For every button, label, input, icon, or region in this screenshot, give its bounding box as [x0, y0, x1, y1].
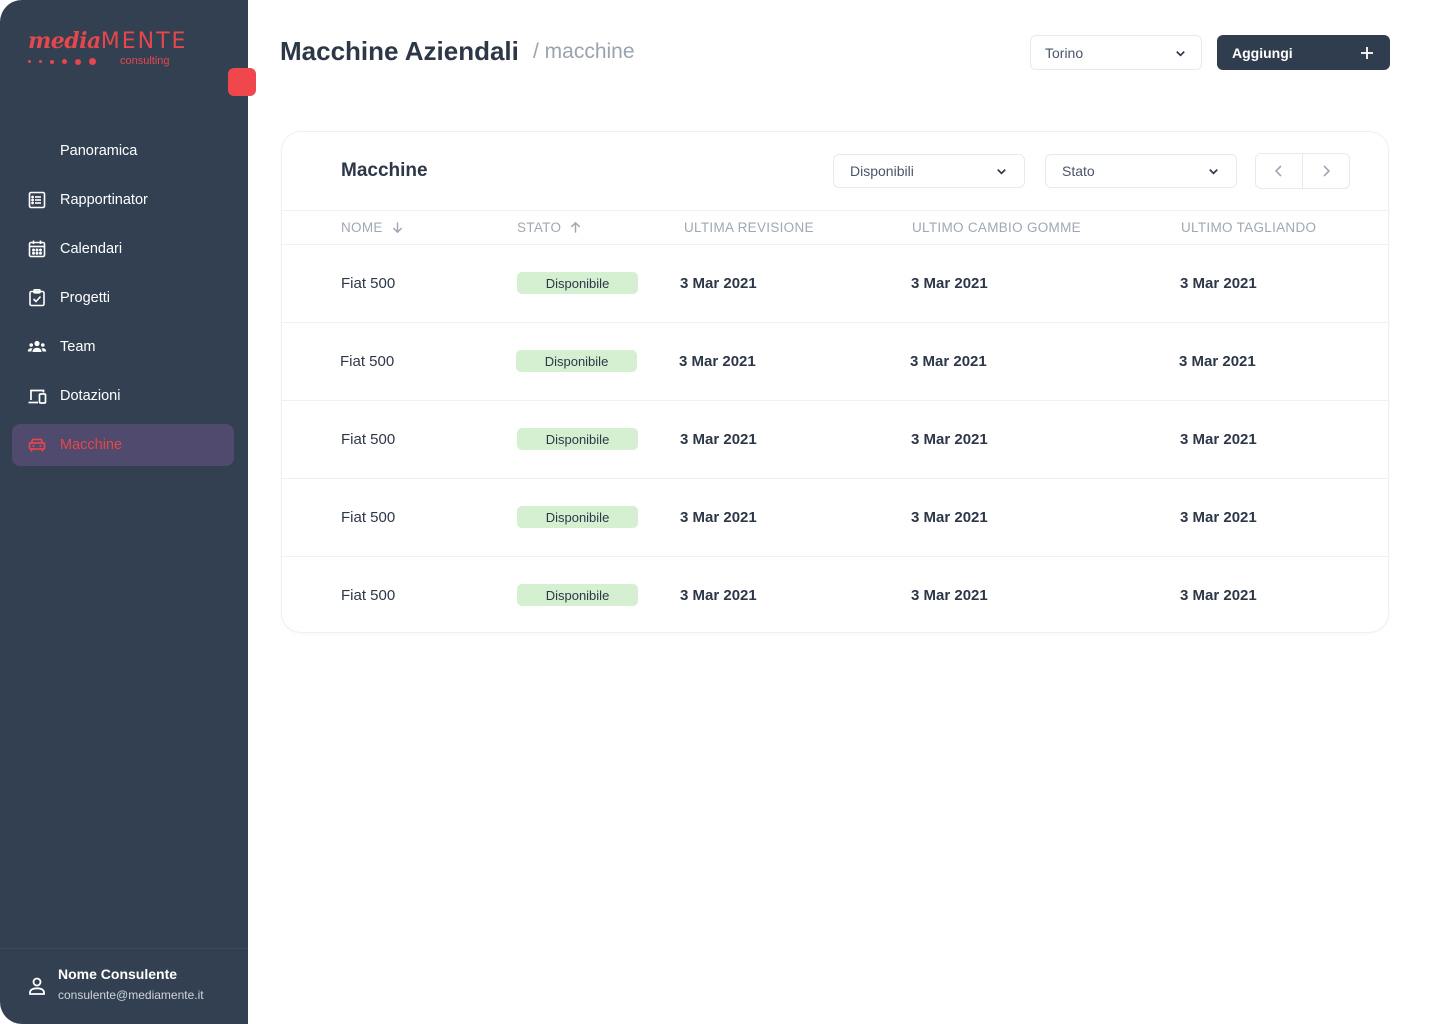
- column-header-label: STATO: [517, 220, 562, 235]
- column-header-label: ULTIMO TAGLIANDO: [1181, 220, 1317, 235]
- machines-card: Macchine Disponibili Stato NOME STATO UL…: [281, 131, 1389, 633]
- logo-wordmark: mediaMENTE: [28, 28, 188, 54]
- pagination: [1255, 153, 1350, 189]
- page-title: Macchine Aziendali: [280, 36, 519, 66]
- cell-tyres: 3 Mar 2021: [910, 353, 987, 370]
- status-badge: Disponibile: [517, 428, 638, 450]
- car-icon: [26, 434, 48, 456]
- city-select[interactable]: Torino: [1030, 35, 1202, 70]
- cell-revision: 3 Mar 2021: [680, 431, 757, 448]
- next-page-button[interactable]: [1302, 154, 1349, 188]
- chevron-down-icon: [1209, 169, 1218, 175]
- checklist-icon: [26, 287, 48, 309]
- sidebar-item-label: Dotazioni: [60, 388, 121, 404]
- user-profile[interactable]: Nome Consulente consulente@mediamente.it: [0, 948, 248, 1024]
- status-badge: Disponibile: [517, 506, 638, 528]
- chevron-right-icon: [1323, 165, 1331, 177]
- table-row[interactable]: Fiat 500 Disponibile 3 Mar 2021 3 Mar 20…: [282, 479, 1388, 557]
- calendar-icon: [26, 238, 48, 260]
- status-badge: Disponibile: [517, 584, 638, 606]
- cell-service: 3 Mar 2021: [1180, 431, 1257, 448]
- cell-name: Fiat 500: [341, 587, 396, 604]
- column-header-label: NOME: [341, 220, 383, 235]
- cell-revision: 3 Mar 2021: [680, 275, 757, 292]
- table-row[interactable]: Fiat 500 Disponibile 3 Mar 2021 3 Mar 20…: [282, 245, 1388, 323]
- arrow-up-icon: [571, 221, 581, 233]
- sidebar-item-label: Progetti: [60, 290, 110, 306]
- sidebar-item-label: Panoramica: [60, 143, 138, 159]
- column-header-label: ULTIMA REVISIONE: [684, 220, 814, 235]
- cell-tyres: 3 Mar 2021: [911, 509, 988, 526]
- table-row[interactable]: Fiat 500 Disponibile 3 Mar 2021 3 Mar 20…: [282, 401, 1388, 479]
- sidebar-item-team[interactable]: Team: [12, 326, 234, 368]
- cell-name: Fiat 500: [341, 431, 396, 448]
- company-logo[interactable]: mediaMENTE consulting: [28, 28, 188, 72]
- chevron-down-icon: [1176, 51, 1185, 57]
- table-row[interactable]: Fiat 500 Disponibile 3 Mar 2021 3 Mar 20…: [282, 323, 1388, 401]
- city-select-value: Torino: [1045, 44, 1084, 61]
- availability-filter[interactable]: Disponibili: [833, 154, 1025, 188]
- cell-service: 3 Mar 2021: [1180, 275, 1257, 292]
- column-header-nome[interactable]: NOME: [341, 220, 404, 235]
- availability-filter-value: Disponibili: [850, 163, 914, 179]
- cell-name: Fiat 500: [341, 275, 396, 292]
- sidebar-nav: Panoramica Rapportinator Calendari Proge…: [12, 130, 234, 473]
- cell-service: 3 Mar 2021: [1180, 587, 1257, 604]
- status-filter[interactable]: Stato: [1045, 154, 1237, 188]
- team-icon: [26, 336, 48, 358]
- sidebar-item-label: Rapportinator: [60, 192, 148, 208]
- sidebar-item-dotazioni[interactable]: Dotazioni: [12, 375, 234, 417]
- column-header-label: ULTIMO CAMBIO GOMME: [912, 220, 1081, 235]
- arrow-down-icon: [392, 222, 402, 234]
- cell-tyres: 3 Mar 2021: [911, 587, 988, 604]
- logo-dots: [28, 58, 96, 65]
- cell-name: Fiat 500: [340, 353, 395, 370]
- user-email: consulente@mediamente.it: [58, 988, 204, 1002]
- column-header-ultimo-cambio-gomme[interactable]: ULTIMO CAMBIO GOMME: [912, 220, 1081, 235]
- sidebar: mediaMENTE consulting Panoramica Rapport…: [0, 0, 256, 1024]
- breadcrumb[interactable]: / macchine: [533, 40, 635, 64]
- sidebar-item-calendari[interactable]: Calendari: [12, 228, 234, 270]
- column-header-ultima-revisione[interactable]: ULTIMA REVISIONE: [684, 220, 814, 235]
- cell-service: 3 Mar 2021: [1180, 509, 1257, 526]
- cell-service: 3 Mar 2021: [1179, 353, 1256, 370]
- sidebar-collapse-button[interactable]: [228, 68, 256, 96]
- add-button[interactable]: Aggiungi: [1217, 35, 1390, 70]
- cell-revision: 3 Mar 2021: [679, 353, 756, 370]
- blank-icon: [26, 140, 48, 162]
- devices-icon: [26, 385, 48, 407]
- column-header-ultimo-tagliando[interactable]: ULTIMO TAGLIANDO: [1181, 220, 1316, 235]
- card-title: Macchine: [341, 160, 428, 181]
- logo-subtitle: consulting: [120, 55, 170, 67]
- status-badge: Disponibile: [516, 350, 637, 372]
- sidebar-item-progetti[interactable]: Progetti: [12, 277, 234, 319]
- add-button-label: Aggiungi: [1232, 44, 1293, 61]
- chevron-down-icon: [997, 169, 1006, 175]
- sidebar-item-label: Macchine: [60, 437, 123, 453]
- sidebar-item-label: Calendari: [60, 241, 123, 257]
- user-name: Nome Consulente: [58, 966, 178, 982]
- prev-page-button[interactable]: [1256, 154, 1302, 188]
- cell-revision: 3 Mar 2021: [680, 509, 757, 526]
- cell-name: Fiat 500: [341, 509, 396, 526]
- column-header-stato[interactable]: STATO: [517, 220, 582, 235]
- table-row[interactable]: Fiat 500 Disponibile 3 Mar 2021 3 Mar 20…: [282, 557, 1388, 632]
- cell-tyres: 3 Mar 2021: [911, 431, 988, 448]
- table-header: NOME STATO ULTIMA REVISIONE ULTIMO CAMBI…: [282, 210, 1388, 245]
- chevron-left-icon: [1274, 165, 1282, 177]
- status-badge: Disponibile: [517, 272, 638, 294]
- cell-revision: 3 Mar 2021: [680, 587, 757, 604]
- cell-tyres: 3 Mar 2021: [911, 275, 988, 292]
- sidebar-item-panoramica[interactable]: Panoramica: [12, 130, 234, 172]
- status-filter-value: Stato: [1062, 163, 1095, 179]
- list-icon: [26, 189, 48, 211]
- plus-icon: [1361, 47, 1373, 59]
- sidebar-item-macchine[interactable]: Macchine: [12, 424, 234, 466]
- sidebar-item-rapportinator[interactable]: Rapportinator: [12, 179, 234, 221]
- user-icon: [29, 977, 45, 995]
- sidebar-item-label: Team: [60, 339, 96, 355]
